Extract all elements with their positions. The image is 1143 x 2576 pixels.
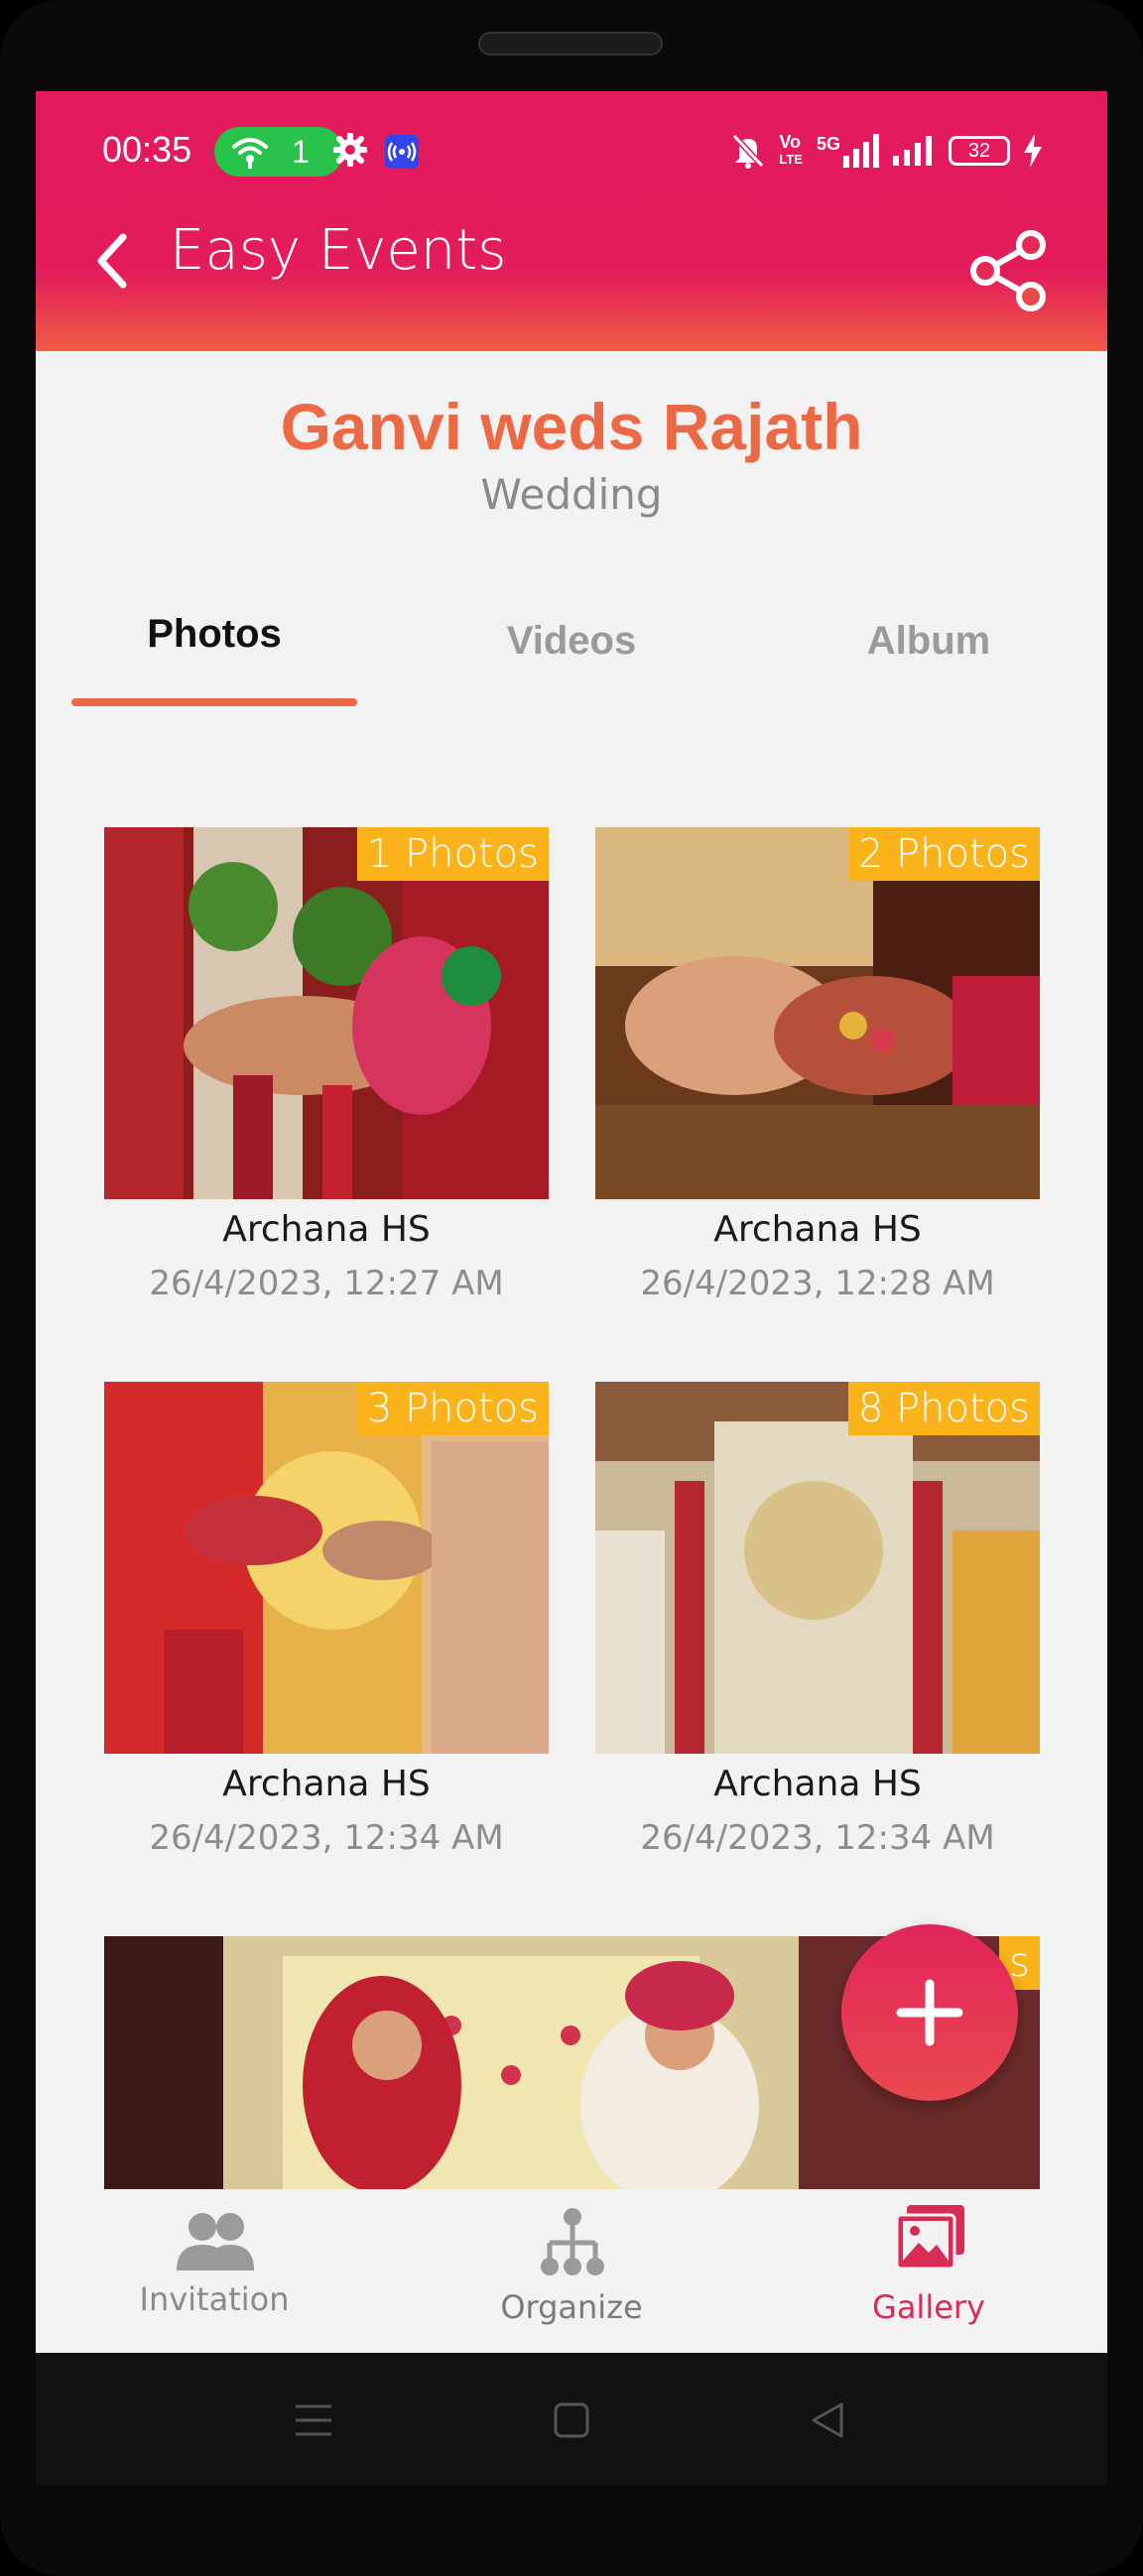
- gallery-thumbnail: 2 Photos: [595, 827, 1040, 1199]
- card-author: Archana HS: [222, 1209, 431, 1250]
- tab-videos[interactable]: Videos: [429, 619, 714, 664]
- card-author: Archana HS: [713, 1764, 922, 1804]
- photo-count-badge: 2 Photos: [847, 827, 1040, 881]
- signal-bars-icon: [843, 134, 879, 168]
- plus-icon: [896, 1979, 963, 2046]
- wifi-hotspot-icon: [232, 138, 268, 169]
- gallery-card[interactable]: 1 Photos Archana HS 26/4/2023, 12:27 AM: [104, 827, 549, 1323]
- gallery-thumbnail: 8 Photos: [595, 1382, 1040, 1754]
- bottom-navigation: Invitation Organize Gallery: [36, 2189, 1107, 2368]
- tab-photos[interactable]: Photos: [71, 612, 357, 657]
- signal-5g: 5G: [817, 134, 879, 168]
- event-title: Ganvi weds Rajath: [280, 390, 863, 463]
- home-icon[interactable]: [552, 2400, 591, 2440]
- volte-top: Vo: [779, 132, 802, 152]
- card-author: Archana HS: [222, 1764, 431, 1804]
- app-title: Easy Events: [170, 218, 507, 283]
- volte-bottom: LTE: [779, 152, 803, 167]
- card-timestamp: 26/4/2023, 12:27 AM: [149, 1264, 504, 1303]
- nav-organize[interactable]: Organize: [423, 2189, 720, 2368]
- net-type-label: 5G: [816, 134, 840, 154]
- gallery-icon: [895, 2205, 964, 2270]
- share-button[interactable]: [963, 225, 1055, 316]
- photo-count-badge: 3 Photos: [356, 1382, 549, 1435]
- menu-icon[interactable]: [294, 2400, 333, 2440]
- status-bar: 00:35 1 Vo LTE 5G 32: [36, 91, 1107, 210]
- wedding-photo-image: [595, 1382, 1040, 1754]
- event-type: Wedding: [480, 470, 663, 519]
- hierarchy-icon: [541, 2208, 604, 2275]
- nav-label-gallery: Gallery: [872, 2288, 985, 2326]
- gallery-card[interactable]: 8 Photos Archana HS 26/4/2023, 12:34 AM: [595, 1382, 1040, 1878]
- status-time: 00:35: [102, 129, 192, 170]
- wedding-photo-image: [104, 827, 549, 1199]
- card-timestamp: 26/4/2023, 12:34 AM: [640, 1818, 995, 1858]
- earpiece-speaker: [478, 32, 663, 56]
- people-icon: [177, 2213, 254, 2270]
- chevron-left-icon: [97, 233, 127, 289]
- nav-gallery[interactable]: Gallery: [780, 2189, 1078, 2368]
- battery-level: 32: [967, 139, 991, 162]
- photo-count-badge: 1 Photos: [356, 827, 549, 881]
- app-bar: 00:35 1 Vo LTE 5G 32 Easy Events: [36, 91, 1107, 351]
- hotspot-indicator: 1: [214, 127, 343, 177]
- settings-gear-icon: [333, 133, 367, 167]
- share-icon: [970, 230, 1046, 311]
- card-author: Archana HS: [713, 1209, 922, 1250]
- photo-count-badge: 8 Photos: [847, 1382, 1040, 1435]
- nav-invitation[interactable]: Invitation: [65, 2189, 363, 2368]
- tab-active-indicator: [71, 698, 357, 706]
- phone-bezel: 00:35 1 Vo LTE 5G 32 Easy Events Ganvi w…: [0, 0, 1143, 2576]
- mute-bell-icon: [732, 133, 765, 169]
- wedding-photo-image: [595, 827, 1040, 1199]
- tab-album[interactable]: Album: [786, 619, 1072, 664]
- hotspot-count: 1: [292, 134, 310, 170]
- back-triangle-icon[interactable]: [808, 2400, 847, 2440]
- nav-label-organize: Organize: [500, 2288, 643, 2326]
- gallery-card[interactable]: 3 Photos Archana HS 26/4/2023, 12:34 AM: [104, 1382, 549, 1878]
- back-button[interactable]: [83, 225, 143, 295]
- gallery-thumbnail: 3 Photos: [104, 1382, 549, 1754]
- broadcast-icon: [385, 135, 419, 169]
- nav-label-invitation: Invitation: [139, 2280, 290, 2318]
- status-icons: Vo LTE 5G 32: [731, 131, 1042, 171]
- app-screen: 00:35 1 Vo LTE 5G 32 Easy Events Ganvi w…: [36, 91, 1107, 2485]
- add-photos-button[interactable]: [841, 1924, 1018, 2101]
- signal-bars-icon-2: [893, 136, 932, 166]
- wedding-photo-image: [104, 1382, 549, 1754]
- system-navigation-bar: [36, 2353, 1107, 2485]
- volte-indicator: Vo LTE: [779, 133, 803, 169]
- gallery-card[interactable]: 2 Photos Archana HS 26/4/2023, 12:28 AM: [595, 827, 1040, 1323]
- charging-bolt-icon: [1024, 134, 1042, 168]
- card-timestamp: 26/4/2023, 12:28 AM: [640, 1264, 995, 1303]
- battery-indicator: 32: [949, 136, 1010, 166]
- gallery-thumbnail: 1 Photos: [104, 827, 549, 1199]
- card-timestamp: 26/4/2023, 12:34 AM: [149, 1818, 504, 1858]
